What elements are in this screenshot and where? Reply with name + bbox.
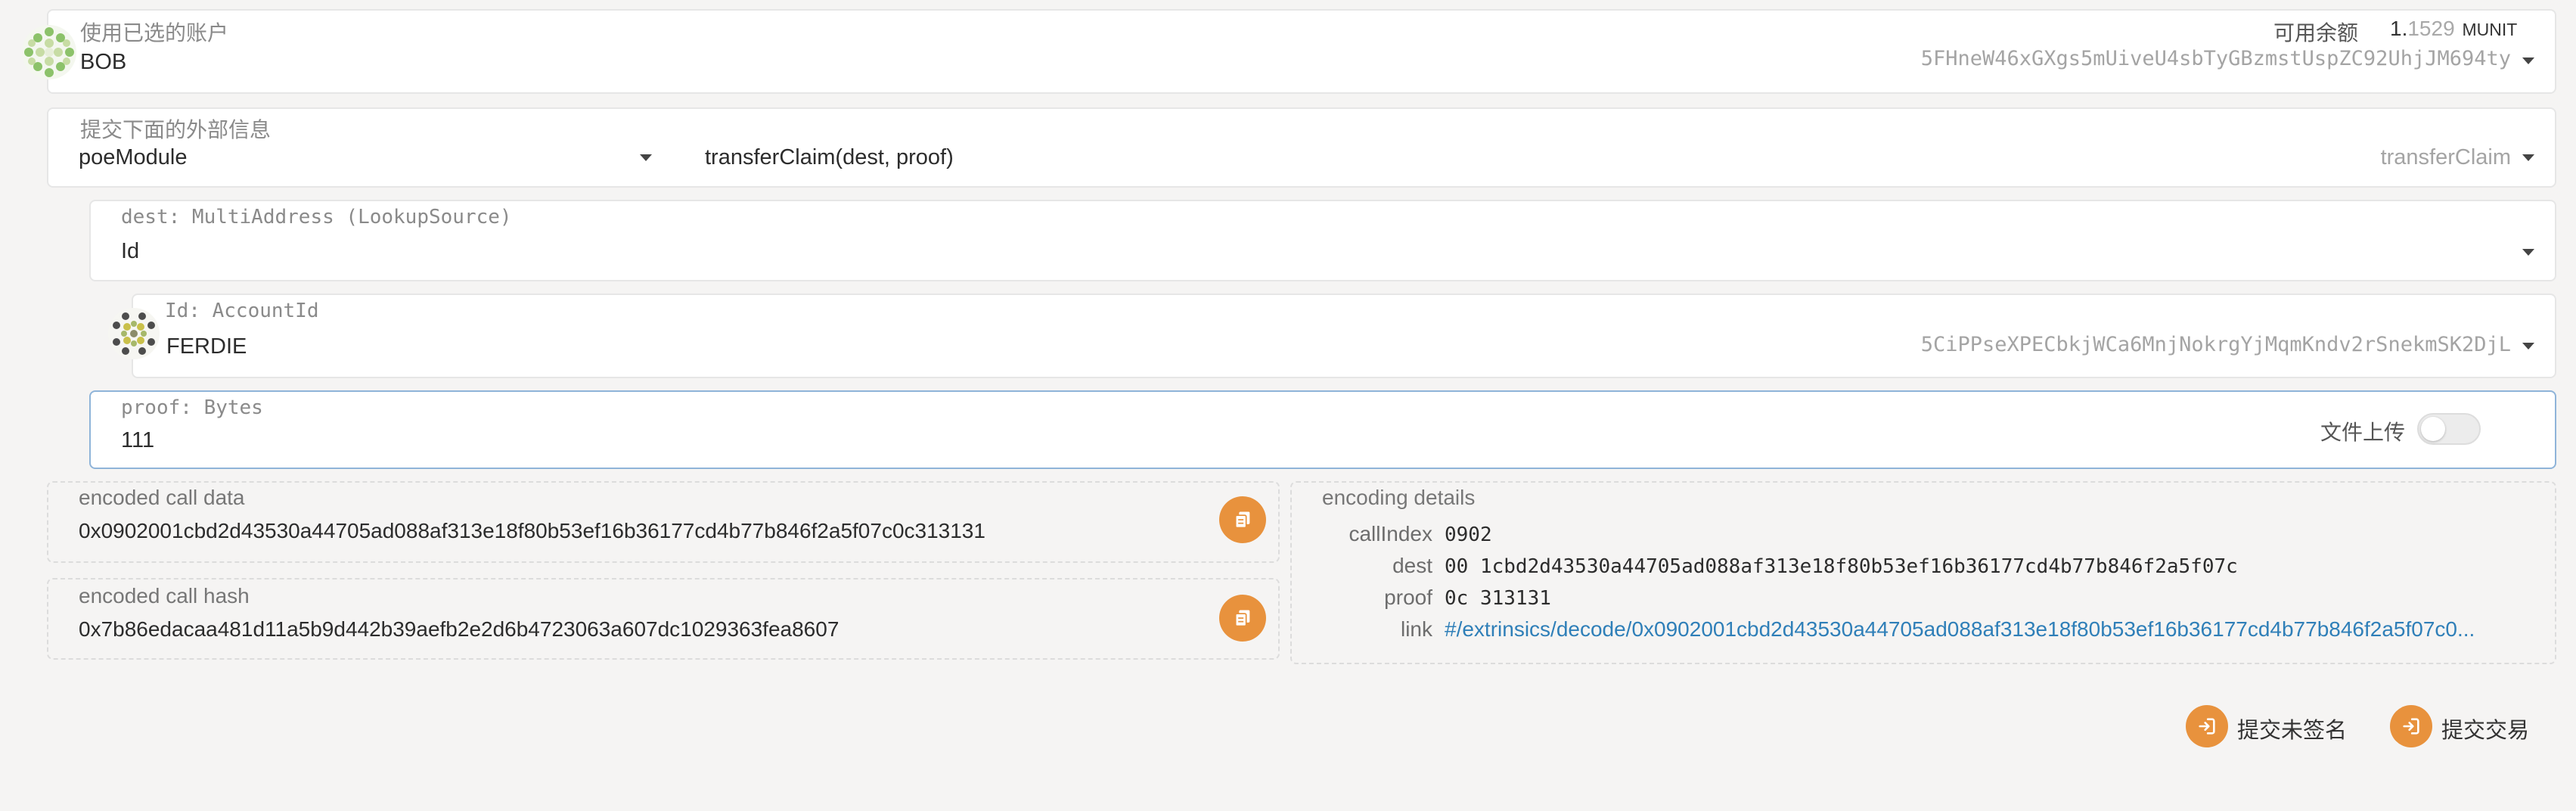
submit-unsigned-icon[interactable] — [2186, 705, 2228, 747]
submit-transaction-button[interactable]: 提交交易 — [2441, 713, 2529, 744]
extrinsic-label: 提交下面的外部信息 — [80, 118, 272, 141]
encoded-call-hash-label: encoded call hash — [79, 584, 250, 607]
detail-key-proof: proof — [1384, 586, 1432, 609]
detail-key-callindex: callIndex — [1349, 522, 1432, 545]
dest-chevron-down-icon[interactable] — [2522, 249, 2534, 256]
copy-call-data-button[interactable] — [1219, 496, 1266, 543]
dest-label: dest: MultiAddress (LookupSource) — [121, 206, 512, 228]
sender-label: 使用已选的账户 — [80, 21, 229, 45]
module-chevron-down-icon[interactable] — [640, 154, 652, 161]
dest-value: Id — [121, 239, 140, 263]
copy-icon — [1234, 511, 1250, 529]
sender-identicon — [21, 24, 77, 80]
balance-value: 1.1529 MUNIT — [2390, 17, 2517, 41]
proof-label: proof: Bytes — [121, 396, 263, 419]
module-select[interactable]: poeModule — [79, 145, 188, 170]
proof-input[interactable]: 111 — [121, 428, 154, 453]
dest-id-name: FERDIE — [166, 334, 247, 359]
dest-id-label: Id: AccountId — [165, 300, 319, 322]
encoded-call-data-value: 0x0902001cbd2d43530a44705ad088af313e18f8… — [79, 519, 985, 542]
balance-int: 1. — [2390, 17, 2408, 40]
decode-link[interactable]: #/extrinsics/decode/0x0902001cbd2d43530a… — [1445, 617, 2503, 642]
call-chevron-down-icon[interactable] — [2522, 154, 2534, 161]
copy-icon — [1234, 610, 1250, 627]
detail-key-link: link — [1400, 617, 1432, 641]
toggle-knob — [2421, 417, 2445, 441]
submit-unsigned-button[interactable]: 提交未签名 — [2237, 713, 2347, 744]
balance-unit: MUNIT — [2462, 20, 2518, 39]
encoded-call-data-label: encoded call data — [79, 486, 245, 509]
sender-dropdown-chevron-icon[interactable] — [2522, 57, 2534, 64]
encoding-details-label: encoding details — [1322, 486, 1476, 509]
proof-param[interactable] — [89, 390, 2556, 469]
dest-id-address: 5CiPPseXPECbkjWCa6MnjNokrgYjMqmKndv2rSne… — [1920, 333, 2511, 356]
detail-key-dest: dest — [1392, 554, 1432, 577]
balance-label: 可用余额 — [2273, 21, 2359, 45]
sender-name: BOB — [80, 50, 127, 74]
detail-value-dest: 00 1cbd2d43530a44705ad088af313e18f80b53e… — [1445, 555, 2238, 578]
dest-id-chevron-down-icon[interactable] — [2522, 343, 2534, 350]
sign-in-icon — [2403, 718, 2419, 735]
submit-transaction-icon[interactable] — [2390, 705, 2432, 747]
file-upload-label: 文件上传 — [2320, 421, 2406, 444]
encoded-call-hash-value: 0x7b86edacaa481d11a5b9d442b39aefb2e2d6b4… — [79, 617, 840, 641]
call-short-name: transferClaim — [2380, 145, 2511, 169]
detail-value-proof: 0c 313131 — [1445, 587, 1551, 610]
call-select[interactable]: transferClaim(dest, proof) — [705, 145, 954, 170]
dest-identicon — [107, 307, 160, 360]
balance-dec: 1529 — [2407, 17, 2455, 40]
detail-value-callindex: 0902 — [1445, 524, 1492, 546]
file-upload-toggle[interactable] — [2417, 413, 2481, 445]
sign-in-icon — [2199, 718, 2215, 735]
extrinsic-selector — [47, 107, 2556, 188]
sender-address: 5FHneW46xGXgs5mUiveU4sbTyGBzmstUspZC92Uh… — [1920, 47, 2511, 70]
copy-call-hash-button[interactable] — [1219, 595, 1266, 642]
